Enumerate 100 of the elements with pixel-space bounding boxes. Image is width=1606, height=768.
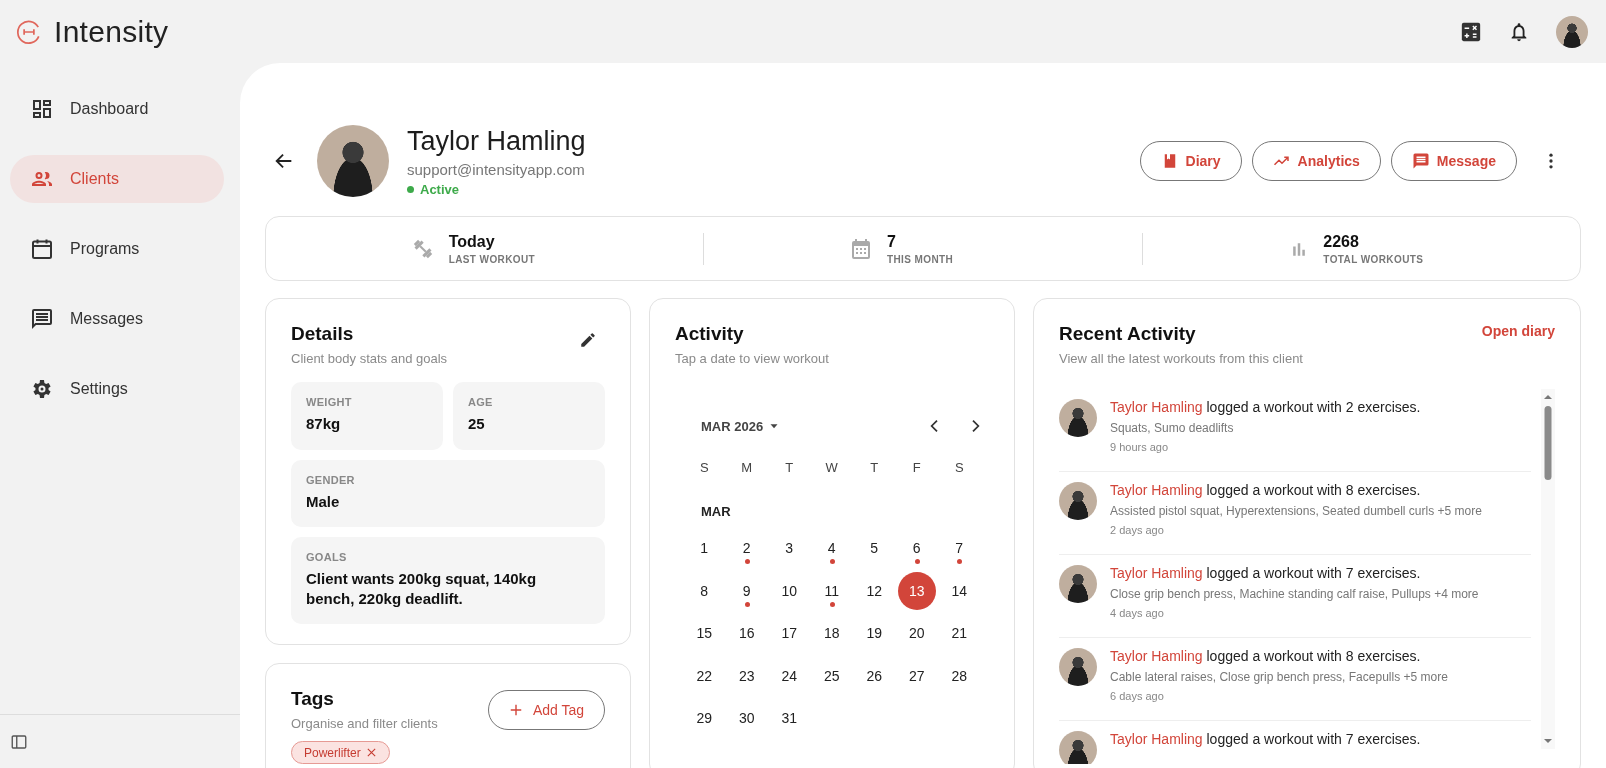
month-selector[interactable]: MAR 2026: [701, 418, 782, 434]
calendar-day[interactable]: 7: [940, 529, 979, 568]
weekday-label: T: [869, 459, 880, 475]
calendar-day[interactable]: 17: [770, 614, 809, 653]
dashboard-icon: [30, 97, 54, 121]
open-diary-link[interactable]: Open diary: [1481, 323, 1555, 339]
avatar-photo[interactable]: [1556, 15, 1588, 48]
chat-icon: [30, 307, 54, 331]
stat-value: 7: [887, 232, 897, 251]
sidebar-item[interactable]: Programs: [10, 225, 224, 273]
sidebar-item[interactable]: Messages: [10, 295, 224, 343]
activity-text: Taylor Hamling logged a workout with 8 exercises.: [1110, 648, 1422, 664]
calendar-day[interactable]: 27: [897, 656, 936, 695]
calendar-day[interactable]: 25: [812, 656, 851, 695]
calendar-day[interactable]: 1: [685, 529, 724, 568]
analytics-button[interactable]: Analytics: [1251, 141, 1381, 181]
calendar-day[interactable]: 31: [770, 699, 809, 738]
calendar-day[interactable]: 18: [812, 614, 851, 653]
field-value: Male: [306, 491, 341, 511]
stat-value: Today: [448, 232, 496, 251]
calendar-day[interactable]: 23: [727, 656, 766, 695]
stat-label: TOTAL WORKOUTS: [1323, 253, 1425, 265]
client-link[interactable]: Taylor Hamling: [1110, 648, 1203, 664]
scrollbar[interactable]: [1541, 389, 1555, 749]
client-link[interactable]: Taylor Hamling: [1110, 731, 1203, 747]
field-label: GOALS: [306, 551, 348, 563]
calendar-day[interactable]: 9: [727, 571, 766, 610]
field-label: WEIGHT: [306, 396, 353, 408]
calendar-day[interactable]: 22: [685, 656, 724, 695]
weekday-label: T: [784, 459, 795, 475]
calendar-day[interactable]: 16: [727, 614, 766, 653]
month-label: MAR: [700, 503, 732, 521]
client-link[interactable]: Taylor Hamling: [1110, 565, 1203, 581]
edit-pencil-icon[interactable]: [579, 331, 597, 349]
weekday-label: M: [740, 459, 754, 475]
sidebar-item[interactable]: Dashboard: [10, 85, 224, 133]
avatar-photo: [1059, 565, 1097, 603]
calendar-day[interactable]: 8: [685, 571, 724, 610]
avatar-photo: [1059, 648, 1097, 686]
sidebar-toggle-icon[interactable]: [10, 732, 28, 751]
calendar-icon: [849, 236, 873, 261]
client-name: Taylor Hamling: [407, 125, 586, 157]
calendar-day[interactable]: 20: [897, 614, 936, 653]
calendar-day[interactable]: 15: [685, 614, 724, 653]
card-subtitle: Tap a date to view workout: [675, 351, 829, 366]
card-title: Recent Activity: [1059, 323, 1197, 345]
avatar-photo: [1059, 399, 1097, 437]
client-status: Active: [420, 181, 460, 197]
calendar-day[interactable]: 19: [855, 614, 894, 653]
client-link[interactable]: Taylor Hamling: [1110, 399, 1203, 415]
weekday-label: F: [911, 459, 922, 475]
calendar-day[interactable]: 12: [855, 571, 894, 610]
exercise-list: Squats, Sumo deadlifts: [1110, 421, 1421, 435]
avatar-photo: [1059, 731, 1097, 764]
exercise-list: Cable lateral raises, Close grip bench press, Facepulls +5 more: [1110, 670, 1448, 684]
add-tag-button[interactable]: Add Tag: [487, 690, 605, 730]
calendar-icon: [30, 237, 54, 261]
app-logo-text: Intensity: [54, 14, 169, 49]
field-label: GENDER: [306, 473, 356, 486]
weekday-label: S: [953, 459, 965, 475]
client-email: support@intensityapp.com: [407, 160, 586, 178]
avatar-photo: [1059, 482, 1097, 520]
card-title: Details: [291, 323, 355, 345]
diary-button[interactable]: Diary: [1139, 141, 1242, 181]
tag-chip[interactable]: Powerlifter: [291, 741, 390, 764]
timestamp: 2 days ago: [1110, 524, 1165, 536]
activity-text: Taylor Hamling logged a workout with 7 exercises.: [1110, 731, 1421, 747]
calendar-day[interactable]: 29: [685, 699, 724, 738]
calendar-day[interactable]: 26: [855, 656, 894, 695]
message-button[interactable]: Message: [1390, 141, 1517, 181]
weekday-label: S: [698, 459, 710, 475]
calendar-day[interactable]: 30: [727, 699, 766, 738]
calendar-day[interactable]: 4: [812, 529, 851, 568]
calendar-day[interactable]: 24: [770, 656, 809, 695]
client-link[interactable]: Taylor Hamling: [1110, 482, 1203, 498]
field-value: Client wants 200kg squat, 140kg bench, 220kg deadlift.: [306, 569, 538, 608]
timestamp: 4 days ago: [1110, 607, 1165, 619]
stat-value: 2268: [1323, 232, 1360, 251]
calendar-day[interactable]: 5: [855, 529, 894, 568]
card-subtitle: View all the latest workouts from this client: [1059, 351, 1303, 366]
field-value: 87kg: [306, 414, 342, 434]
field-value: 25: [468, 414, 486, 434]
field-label: AGE: [468, 396, 494, 408]
exercise-list: Assisted pistol squat, Hyperextensions, Seated dumbell curls +5 more: [1110, 504, 1482, 518]
stat-label: THIS MONTH: [887, 253, 955, 265]
calculator-icon[interactable]: [1460, 20, 1482, 43]
calendar-day[interactable]: 13: [897, 571, 936, 610]
sidebar-item[interactable]: Clients: [10, 155, 224, 203]
calendar-day[interactable]: 3: [770, 529, 809, 568]
card-subtitle: Client body stats and goals: [291, 351, 448, 366]
calendar-day[interactable]: 6: [897, 529, 936, 568]
remove-x-icon[interactable]: [365, 747, 377, 758]
exercise-list: Close grip bench press, Machine standing calf raise, Pullups +4 more: [1110, 587, 1479, 601]
calendar-day[interactable]: 14: [940, 571, 979, 610]
calendar-day[interactable]: 11: [812, 571, 851, 610]
calendar-day[interactable]: 10: [770, 571, 809, 610]
calendar-day[interactable]: 2: [727, 529, 766, 568]
calendar-day[interactable]: 21: [940, 614, 979, 653]
calendar-day[interactable]: 28: [940, 656, 979, 695]
sidebar-item[interactable]: Settings: [10, 365, 224, 413]
